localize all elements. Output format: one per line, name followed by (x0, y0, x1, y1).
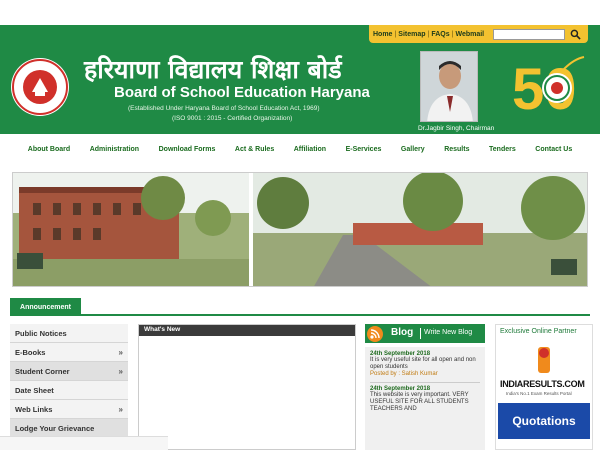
separator: | (394, 30, 397, 38)
chevron-right-icon: » (118, 347, 123, 357)
quotations-banner[interactable]: Quotations (498, 403, 590, 439)
chevron-right-icon: » (118, 366, 123, 376)
main-nav: About Board Administration Download Form… (10, 136, 590, 162)
nav-act-rules[interactable]: Act & Rules (235, 146, 274, 153)
nav-about-board[interactable]: About Board (28, 146, 70, 153)
search-icon (570, 29, 581, 40)
campus-banner (12, 172, 588, 287)
board-logo[interactable] (10, 56, 70, 118)
menu-public-notices[interactable]: Public Notices (10, 324, 128, 343)
menu-student-corner[interactable]: Student Corner » (10, 362, 128, 381)
menu-label: Date Sheet (15, 385, 54, 395)
blog-post[interactable]: 24th September 2018 This website is very… (370, 386, 480, 413)
chairman-photo (420, 51, 478, 122)
webmail-link[interactable]: Webmail (455, 31, 484, 38)
post-text: This website is very important. VERY USE… (370, 392, 469, 412)
announcement-bar: Announcement (10, 298, 590, 316)
menu-label: Lodge Your Grievance (15, 423, 95, 433)
sitemap-link[interactable]: Sitemap (398, 31, 425, 38)
partner-name: INDIARESULTS.COM (500, 379, 585, 389)
indiaresults-logo-icon (538, 347, 550, 373)
hindi-title: हरियाणा विद्यालय शिक्षा बोर्ड (84, 55, 342, 84)
nav-tenders[interactable]: Tenders (489, 146, 516, 153)
nav-e-services[interactable]: E-Services (346, 146, 382, 153)
iso-note: (ISO 9001 : 2015 - Certified Organizatio… (172, 115, 293, 122)
post-author: Posted by : Satish Kumar (370, 371, 438, 377)
partner-tagline: India's No.1 Exam Results Portal (506, 391, 572, 396)
post-text: It is very useful site for all open and … (370, 357, 476, 370)
whats-new-heading: What's New (139, 325, 355, 336)
search-input[interactable] (493, 29, 565, 40)
whats-new-panel: What's New (138, 324, 356, 450)
menu-label: Public Notices (15, 328, 67, 338)
menu-label: E-Books (15, 347, 46, 357)
nav-download-forms[interactable]: Download Forms (159, 146, 216, 153)
chevron-right-icon: » (118, 404, 123, 414)
partner-title: Exclusive Online Partner (500, 328, 577, 335)
separator: | (427, 30, 430, 38)
menu-web-links[interactable]: Web Links » (10, 400, 128, 419)
home-link[interactable]: Home (373, 31, 392, 38)
english-title: Board of School Education Haryana (114, 84, 370, 101)
separator: | (451, 30, 454, 38)
chairman-name: Dr.Jagbir Singh, Chairman (418, 125, 495, 132)
blog-panel: Blog Write New Blog 24th September 2018 … (365, 324, 485, 450)
nav-administration[interactable]: Administration (90, 146, 139, 153)
faqs-link[interactable]: FAQs (431, 31, 449, 38)
nav-contact-us[interactable]: Contact Us (535, 146, 572, 153)
menu-label: Student Corner (15, 366, 70, 376)
menu-e-books[interactable]: E-Books » (10, 343, 128, 362)
top-strip (0, 0, 600, 25)
nav-affiliation[interactable]: Affiliation (294, 146, 326, 153)
rss-icon[interactable] (367, 326, 383, 342)
nav-gallery[interactable]: Gallery (401, 146, 425, 153)
horizontal-scrollbar[interactable] (0, 436, 168, 450)
blog-posts: 24th September 2018 It is very useful si… (365, 347, 485, 450)
divider (370, 382, 480, 383)
blog-title: Blog (391, 327, 414, 338)
write-new-blog-link[interactable]: Write New Blog (424, 329, 472, 336)
nav-results[interactable]: Results (444, 146, 469, 153)
side-menu: Public Notices E-Books » Student Corner … (10, 324, 128, 438)
menu-label: Web Links (15, 404, 53, 414)
announcement-tab[interactable]: Announcement (10, 298, 81, 316)
search-button[interactable] (567, 28, 583, 41)
partner-panel: Exclusive Online Partner INDIARESULTS.CO… (495, 324, 593, 450)
indiaresults-banner[interactable]: INDIARESULTS.COM India's No.1 Exam Resul… (498, 343, 590, 401)
fifty-years-emblem: 50 (512, 56, 585, 119)
blog-header: Blog Write New Blog (365, 324, 485, 343)
blog-post[interactable]: 24th September 2018 It is very useful si… (370, 351, 480, 377)
established-note: (Established Under Haryana Board of Scho… (128, 105, 320, 112)
divider (420, 328, 421, 339)
menu-date-sheet[interactable]: Date Sheet (10, 381, 128, 400)
